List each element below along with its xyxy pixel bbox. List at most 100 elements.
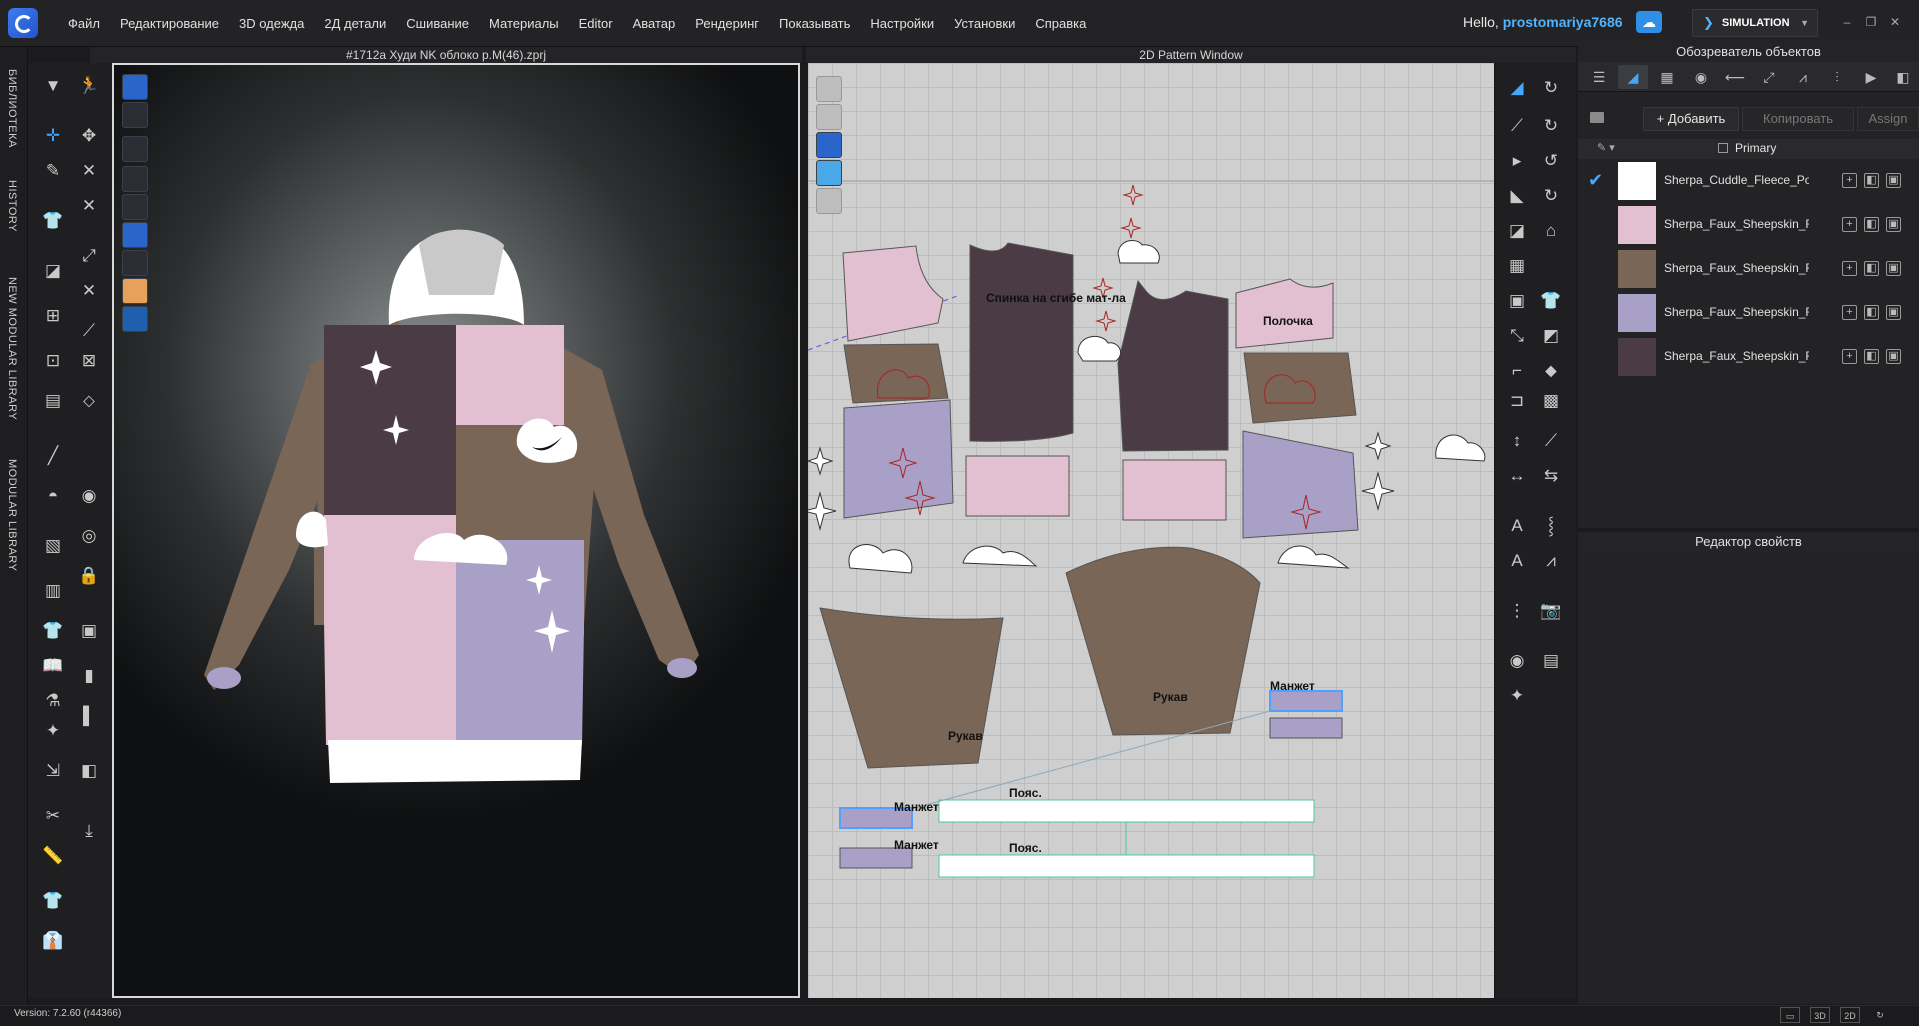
- minimize-icon[interactable]: –: [1840, 16, 1854, 28]
- pattern-select-icon[interactable]: ◢: [1504, 75, 1530, 101]
- texture-2d-icon[interactable]: [816, 160, 842, 186]
- buttonhole-tab-icon[interactable]: ⟵: [1720, 65, 1750, 89]
- button-icon[interactable]: ◉: [76, 483, 102, 509]
- dart-icon[interactable]: ⌂: [1538, 218, 1564, 244]
- add-layer-icon[interactable]: +: [1842, 173, 1857, 188]
- hoodie-icon[interactable]: 👕: [40, 888, 66, 914]
- diamond-pattern-icon[interactable]: ⬦: [76, 388, 102, 414]
- info-icon[interactable]: [816, 132, 842, 158]
- graphic-tab-icon[interactable]: ▦: [1652, 65, 1682, 89]
- copy-layer-icon[interactable]: ◧: [1864, 261, 1879, 276]
- restore-icon[interactable]: ❐: [1864, 16, 1878, 28]
- transform-icon[interactable]: ✥: [76, 123, 102, 149]
- user-silhouette-icon[interactable]: [122, 194, 148, 220]
- mirror-icon[interactable]: ◩: [1538, 323, 1564, 349]
- refresh-icon[interactable]: ↻: [1870, 1007, 1890, 1023]
- grid-tool-icon[interactable]: ▩: [1538, 388, 1564, 414]
- 3d-viewport[interactable]: [112, 63, 800, 998]
- rotate-icon[interactable]: ↻: [1538, 113, 1564, 139]
- seam-line-icon[interactable]: ⸾: [1538, 513, 1564, 539]
- ruler-horizontal-icon[interactable]: ↔: [1504, 463, 1530, 489]
- shirt-view-icon[interactable]: [122, 136, 148, 162]
- texture-view-icon[interactable]: [122, 222, 148, 248]
- tab-new-modular-library[interactable]: NEW MODULAR LIBRARY: [6, 277, 18, 420]
- zigzag-icon[interactable]: ⩘: [1538, 548, 1564, 574]
- strap-icon[interactable]: ⟋: [76, 318, 102, 344]
- add-layer-icon[interactable]: +: [1842, 349, 1857, 364]
- material-row[interactable]: ✔ Sherpa_Cuddle_Fleece_Poly_2 + ◧ ▣: [1578, 160, 1919, 204]
- app-logo-icon[interactable]: [8, 8, 38, 38]
- select-mesh-icon[interactable]: ▼: [40, 73, 66, 99]
- texture-edit-icon[interactable]: ▦: [1504, 253, 1530, 279]
- assign-material-button[interactable]: Assign: [1857, 107, 1919, 131]
- add-layer-icon[interactable]: +: [1842, 261, 1857, 276]
- lock-icon[interactable]: 🔒: [76, 563, 102, 589]
- single-view-button[interactable]: ▭: [1780, 1007, 1800, 1023]
- material-row[interactable]: Sherpa_Faux_Sheepskin_Fleece + ◧ ▣: [1578, 336, 1919, 380]
- menu-render[interactable]: Рендеринг: [685, 16, 769, 31]
- line-tool-icon[interactable]: ⤡: [1504, 323, 1530, 349]
- delete-layer-icon[interactable]: ▣: [1886, 349, 1901, 364]
- button-place-icon[interactable]: ◉: [1504, 648, 1530, 674]
- seam-icon[interactable]: ⤢: [76, 243, 102, 269]
- simulation-button[interactable]: ❯ SIMULATION ▼: [1692, 9, 1818, 37]
- copy-layer-icon[interactable]: ◧: [1864, 349, 1879, 364]
- copy-layer-icon[interactable]: ◧: [1864, 173, 1879, 188]
- material-row[interactable]: Sherpa_Faux_Sheepskin_Fleece + ◧ ▣: [1578, 248, 1919, 292]
- topstitch-tab-icon[interactable]: ⤢: [1754, 65, 1784, 89]
- delete-layer-icon[interactable]: ▣: [1886, 217, 1901, 232]
- avatar-view-icon[interactable]: [122, 166, 148, 192]
- fold-arrange-icon[interactable]: ⊞: [40, 303, 66, 329]
- trim-icon[interactable]: ▮: [76, 663, 102, 689]
- ruler-icon[interactable]: 📏: [40, 843, 66, 869]
- 2d-view-button[interactable]: 2D: [1840, 1007, 1860, 1023]
- menu-editor[interactable]: Editor: [569, 16, 623, 31]
- menu-sewing[interactable]: Сшивание: [396, 16, 479, 31]
- menu-3d-garment[interactable]: 3D одежда: [229, 16, 314, 31]
- dropdown-arrow-icon[interactable]: ▼: [1800, 18, 1809, 28]
- ruler-vertical-icon[interactable]: ↕: [1504, 428, 1530, 454]
- tack-icon[interactable]: ✕: [76, 158, 102, 184]
- material-row[interactable]: Sherpa_Faux_Sheepskin_Fleece + ◧ ▣: [1578, 292, 1919, 336]
- delete-layer-icon[interactable]: ▣: [1886, 173, 1901, 188]
- copy-layer-icon[interactable]: ◧: [1864, 305, 1879, 320]
- diagonal-icon[interactable]: ⟋: [1538, 428, 1564, 454]
- folder-icon[interactable]: [1590, 112, 1604, 123]
- view-mode-icon[interactable]: [122, 74, 148, 100]
- shirt-layers-icon[interactable]: 👔: [40, 928, 66, 954]
- shirt-tool-icon[interactable]: 👕: [1538, 288, 1564, 314]
- user-name[interactable]: prostomariya7686: [1503, 14, 1623, 30]
- add-layer-icon[interactable]: +: [1842, 217, 1857, 232]
- piping-icon[interactable]: ▌: [76, 703, 102, 729]
- image-icon[interactable]: ▧: [40, 533, 66, 559]
- layer-icon[interactable]: ▣: [76, 618, 102, 644]
- trim-tab-icon[interactable]: ▶: [1856, 65, 1886, 89]
- delete-layer-icon[interactable]: ▣: [1886, 261, 1901, 276]
- pattern-move-icon[interactable]: ↻: [1538, 75, 1564, 101]
- cross-sew-icon[interactable]: ✕: [76, 278, 102, 304]
- internal-shape-icon[interactable]: ◪: [1504, 218, 1530, 244]
- 2d-pattern-window[interactable]: Спинка на сгибе мат-ла Полочка Рукав Рук…: [808, 63, 1494, 998]
- list-view-icon[interactable]: ☰: [1584, 65, 1614, 89]
- curve-icon[interactable]: ↻: [1538, 183, 1564, 209]
- column-icon[interactable]: ⋮: [1504, 598, 1530, 624]
- skin-view-icon[interactable]: [122, 278, 148, 304]
- tab-history[interactable]: HISTORY: [6, 180, 18, 232]
- 3d-view-button[interactable]: 3D: [1810, 1007, 1830, 1023]
- pen-tool-icon[interactable]: ╱: [40, 443, 66, 469]
- edit-pencil-icon[interactable]: ✎ ▾: [1597, 141, 1615, 154]
- garment-outline-icon[interactable]: [816, 104, 842, 130]
- menu-file[interactable]: Файл: [58, 16, 110, 31]
- add-material-button[interactable]: + Добавить: [1643, 107, 1739, 131]
- polygon-icon[interactable]: ◣: [1504, 183, 1530, 209]
- garment-icon[interactable]: 👕: [40, 208, 66, 234]
- avatar-measure-icon[interactable]: ⊡: [40, 348, 66, 374]
- copy-material-button[interactable]: Копировать: [1742, 107, 1854, 131]
- lock-pattern-icon[interactable]: [816, 188, 842, 214]
- edit-point-icon[interactable]: ⟋: [1504, 113, 1530, 139]
- pattern-grid-icon[interactable]: ⊠: [76, 348, 102, 374]
- measure-icon[interactable]: ⇲: [40, 758, 66, 784]
- buttonhole-icon[interactable]: ◎: [76, 523, 102, 549]
- move-icon[interactable]: ✛: [40, 123, 66, 149]
- close-icon[interactable]: ✕: [1888, 16, 1902, 28]
